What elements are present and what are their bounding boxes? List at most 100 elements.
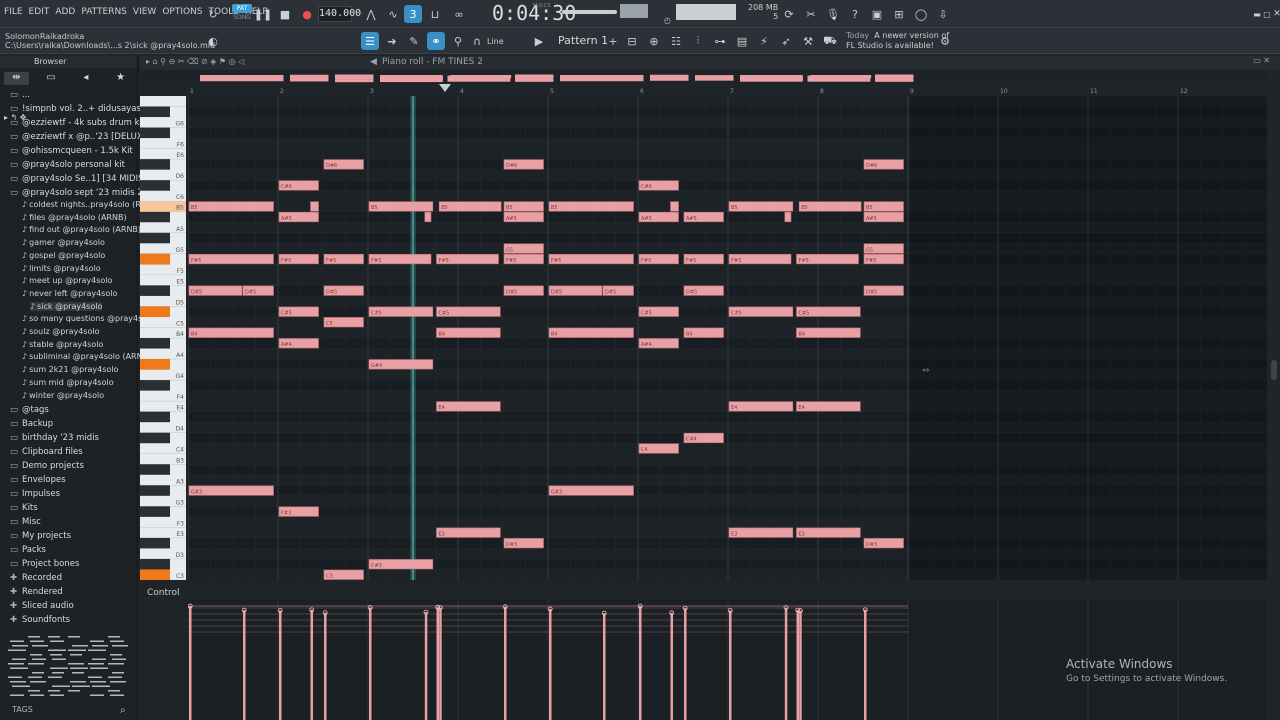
browser-folder[interactable]: ▭... [10, 90, 30, 100]
browser-folder[interactable]: ▭ @ezziewtf x @p..'23 [DELUXE] [10, 132, 151, 142]
control-selector[interactable]: Control [147, 588, 180, 598]
browser-file[interactable]: ♪ gospel @pray4solo [22, 251, 105, 260]
loop-icon[interactable]: ∞ [450, 5, 468, 23]
browser-library-folder[interactable]: ▭ Misc [10, 517, 41, 527]
browser-library-folder[interactable]: ✚ Recorded [10, 573, 62, 583]
piano-keys[interactable]: G6 F6 E6 D6 C6 B5 A5 G5 F5 E5 D5 C5 B4 A4 G4 F4 E4 D4 C4 B3… [140, 96, 186, 580]
menu-options[interactable]: OPTIONS [162, 7, 202, 17]
countdown-icon[interactable]: 3 [404, 5, 422, 23]
play-small-icon[interactable]: ▶ [530, 32, 548, 50]
pat-song-switch[interactable]: PAT SONG [232, 4, 252, 24]
eq-icon[interactable]: ⫶ [689, 32, 707, 50]
piano-roll-window-controls[interactable]: ▭ ✕ [1253, 56, 1270, 65]
browser-favorites-tab[interactable]: ★ [108, 72, 133, 85]
wrench-icon[interactable]: ⚒ [799, 32, 817, 50]
browser-file[interactable]: ♪ never left @pray4solo [22, 289, 117, 298]
save-icon[interactable]: ▣ [868, 5, 886, 23]
browser-file[interactable]: ♪ subliminal @pray4solo (ARNB) [22, 352, 151, 361]
mixer-icon[interactable]: ⊟ [623, 32, 641, 50]
cut-icon[interactable]: ✂ [802, 5, 820, 23]
browser-file[interactable]: ♪ files @pray4solo (ARNB) [22, 213, 127, 222]
plugin-icon[interactable]: ⊞ [890, 5, 908, 23]
playlist-icon[interactable]: ☰ [361, 32, 379, 50]
browser-library-folder[interactable]: ▭ Demo projects [10, 461, 84, 471]
browser-file[interactable]: ♪ sum mid @pray4solo [22, 378, 114, 387]
plug-icon[interactable]: ⚡ [755, 32, 773, 50]
browser-folder[interactable]: ▭ @pray4solo personal kit [10, 160, 125, 170]
piano-roll-icon[interactable]: ☷ [667, 32, 685, 50]
search-icon[interactable]: ⌕ [120, 705, 126, 716]
browser-library-folder[interactable]: ▭ Backup [10, 419, 53, 429]
reset-icon[interactable]: ⟳ [780, 5, 798, 23]
menu-edit[interactable]: EDIT [29, 7, 50, 17]
browser-library-folder[interactable]: ✚ Rendered [10, 587, 63, 597]
microphone-icon[interactable]: 🎙 [824, 5, 842, 23]
browser-file[interactable]: ♪ meet up @pray4solo [22, 276, 112, 285]
snap-selector[interactable]: Line [487, 37, 504, 46]
browser-file[interactable]: ♪ sum 2k21 @pray4solo [22, 365, 118, 374]
pattern-selector[interactable]: Pattern 1 [558, 34, 608, 47]
browser-file[interactable]: ♪ soulz @pray4solo [22, 327, 99, 336]
chat-icon[interactable]: ◯ [912, 5, 930, 23]
time-ruler[interactable]: 1 2 3 4 5 6 7 8 9 10 11 12 [188, 84, 1268, 96]
browser-library-folder[interactable]: ▭ @tags [10, 405, 49, 415]
browser-library-folder[interactable]: ✚ Soundfonts [10, 615, 70, 625]
channel-rack-icon[interactable]: ⊕ [645, 32, 663, 50]
browser-folder[interactable]: ▭ @pray4solo Se..1] [34 MIDIS] [10, 174, 147, 184]
scroll-thumb[interactable] [1271, 360, 1277, 380]
menu-add[interactable]: ADD [55, 7, 75, 17]
magnet-icon[interactable]: ∩ [468, 32, 486, 50]
browser-library-folder[interactable]: ▭ Project bones [10, 559, 79, 569]
tempo-display[interactable]: 140.000 [318, 6, 361, 22]
browser-folder[interactable]: ▭ @ezziewtf - 4k subs drum kit [10, 118, 145, 128]
browser-all-tab[interactable]: ⇹ [4, 72, 29, 85]
menu-file[interactable]: FILE [4, 7, 23, 17]
vertical-scrollbar[interactable] [1268, 70, 1280, 580]
blend-icon[interactable]: ⊔ [426, 5, 444, 23]
browser-file[interactable]: ♪ gamer @pray4solo [22, 238, 105, 247]
pattern-overview[interactable] [140, 70, 1268, 84]
cart-icon[interactable]: ⛟ [821, 32, 839, 50]
add-pattern-icon[interactable]: + [604, 32, 622, 50]
browser-library-folder[interactable]: ▭ My projects [10, 531, 71, 541]
browser-file[interactable]: ♪ so many questions @pray4solo [22, 314, 154, 323]
browser-library-folder[interactable]: ▭ Clipboard files [10, 447, 83, 457]
record-icon[interactable]: ● [298, 5, 316, 23]
browser-file[interactable]: ♪ coldest nights..pray4solo (RnB) [22, 200, 154, 209]
tools-icons[interactable]: ▸ ⌂ ⚲ ⊖ ✂ ⌫ ⊘ ◈ ⚑ ◎ ◁ [146, 57, 244, 66]
help-icon[interactable]: ? [846, 5, 864, 23]
pencil-icon[interactable]: ✎ [405, 32, 423, 50]
browser-library-folder[interactable]: ▭ Envelopes [10, 475, 66, 485]
browser-folder[interactable]: ▭ !simpnb vol. 2..+ didusayaster [10, 104, 153, 114]
knob-icon[interactable]: ◐ [204, 32, 222, 50]
browser-library-folder[interactable]: ▭ Packs [10, 545, 46, 555]
menu-patterns[interactable]: PATTERNS [81, 7, 127, 17]
link-icon[interactable]: ⚭ [427, 32, 445, 50]
pause-icon[interactable]: ❚❚ [254, 5, 272, 23]
browser-file[interactable]: ♪ sick @pray4solo [30, 301, 103, 311]
wait-icon[interactable]: ∿ [384, 5, 402, 23]
browser-file[interactable]: ♪ limits @pray4solo [22, 264, 101, 273]
menu-view[interactable]: VIEW [133, 7, 156, 17]
browser-folder[interactable]: ▭ @ohissmcqueen - 1.5k Kit [10, 146, 133, 156]
browser-library-folder[interactable]: ▭ birthday '23 midis [10, 433, 99, 443]
browser-files-tab[interactable]: ▭ [39, 72, 64, 85]
stamp-icon[interactable]: ⚲ [449, 32, 467, 50]
browser-file[interactable]: ♪ winter @pray4solo [22, 391, 104, 400]
browser-library-folder[interactable]: ✚ Sliced audio [10, 601, 74, 611]
file-icon[interactable]: ▤ [733, 32, 751, 50]
browser-library-folder[interactable]: ▭ Kits [10, 503, 38, 513]
browser-file[interactable]: ♪ stable @pray4solo [22, 340, 103, 349]
download-icon[interactable]: ⇩ [934, 5, 952, 23]
browser-plugins-tab[interactable]: ◂ [74, 72, 99, 85]
browser-folder[interactable]: ▭ @pray4solo sept '23 midis 2 [10, 188, 143, 198]
tree-icon[interactable]: ⊶ [711, 32, 729, 50]
browser-file[interactable]: ♪ find out @pray4solo (ARNB) [22, 225, 141, 234]
arrow-icon[interactable]: ➜ [383, 32, 401, 50]
stop-icon[interactable]: ■ [276, 5, 294, 23]
close-icon[interactable]: ✕ [1268, 5, 1280, 23]
master-volume-slider[interactable] [562, 10, 617, 14]
update-icon[interactable]: ⚙ [936, 32, 954, 50]
browser-library-folder[interactable]: ▭ Impulses [10, 489, 60, 499]
rocket-icon[interactable]: ➶ [777, 32, 795, 50]
